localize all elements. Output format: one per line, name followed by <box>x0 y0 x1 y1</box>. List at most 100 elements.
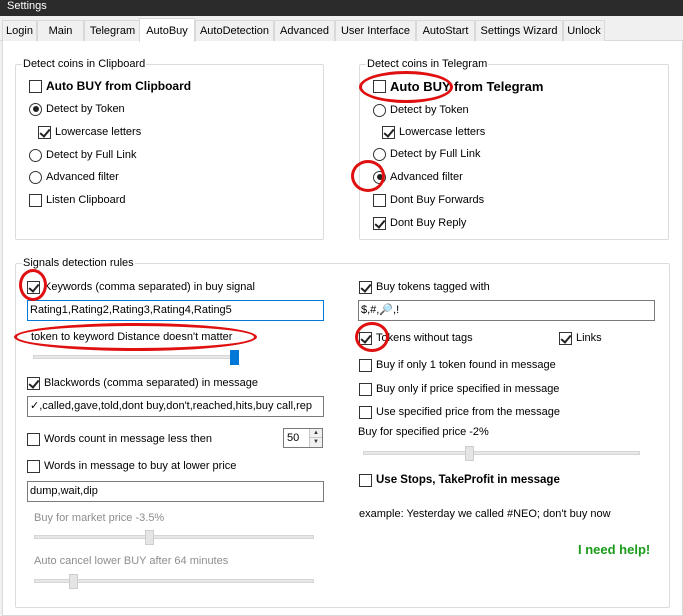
clipboard-listen-label: Listen Clipboard <box>46 194 126 206</box>
clipboard-full-link-radio[interactable]: Detect by Full Link <box>29 147 136 163</box>
clipboard-by-token-radio[interactable]: Detect by Token <box>29 101 125 117</box>
tagged-input[interactable]: $,#,🔎,! <box>358 300 655 321</box>
distance-slider-thumb[interactable] <box>230 350 239 365</box>
words-count-label: Words count in message less then <box>44 433 212 445</box>
radio-circle <box>29 102 42 116</box>
clipboard-auto-buy-label: Auto BUY from Clipboard <box>46 79 192 93</box>
specified-price-label: Buy for specified price -2% <box>358 426 489 438</box>
words-count-value: 50 <box>287 432 300 444</box>
market-price-slider-thumb[interactable] <box>145 530 155 545</box>
telegram-forwards-checkbox[interactable]: Dont Buy Forwards <box>373 192 484 208</box>
clipboard-advanced-label: Advanced filter <box>46 171 119 183</box>
clipboard-full-link-label: Detect by Full Link <box>46 149 137 161</box>
telegram-advanced-radio[interactable]: Advanced filter <box>373 169 463 185</box>
checkbox-box <box>373 193 386 207</box>
checkbox-box <box>27 376 40 390</box>
checkbox-box <box>359 382 372 396</box>
checkbox-box <box>359 280 372 294</box>
stops-label: Use Stops, TakeProfit in message <box>376 474 560 486</box>
tab-user-interface[interactable]: User Interface <box>335 20 416 41</box>
radio-circle <box>29 148 42 162</box>
checkbox-box <box>359 358 372 372</box>
stops-checkbox[interactable]: Use Stops, TakeProfit in message <box>359 472 560 488</box>
words-count-spinner[interactable]: 50 ▲ ▼ <box>283 428 323 448</box>
tagged-label: Buy tokens tagged with <box>376 281 490 293</box>
clipboard-advanced-radio[interactable]: Advanced filter <box>29 169 119 185</box>
blackwords-checkbox[interactable]: Blackwords (comma separated) in message <box>27 375 258 391</box>
specified-price-slider-thumb[interactable] <box>464 446 474 461</box>
tab-unlock[interactable]: Unlock <box>563 20 605 41</box>
checkbox-box <box>359 473 372 487</box>
radio-circle <box>373 147 386 161</box>
without-tags-checkbox[interactable]: Tokens without tags <box>359 330 473 346</box>
keywords-label: Keywords (comma separated) in buy signal <box>44 281 255 293</box>
tab-advanced[interactable]: Advanced <box>274 20 335 41</box>
auto-cancel-slider-thumb[interactable] <box>69 574 79 589</box>
checkbox-box <box>359 331 372 345</box>
radio-circle <box>373 103 386 117</box>
telegram-full-link-radio[interactable]: Detect by Full Link <box>373 146 480 162</box>
only-price-checkbox[interactable]: Buy only if price specified in message <box>359 381 559 397</box>
auto-cancel-label: Auto cancel lower BUY after 64 minutes <box>34 555 229 567</box>
checkbox-box <box>373 216 386 230</box>
tab-strip: Login Main Telegram AutoBuy AutoDetectio… <box>0 18 683 42</box>
telegram-group-title: Detect coins in Telegram <box>366 57 489 71</box>
clipboard-by-token-label: Detect by Token <box>46 103 125 115</box>
tagged-checkbox[interactable]: Buy tokens tagged with <box>359 279 490 295</box>
lower-price-input[interactable]: dump,wait,dip <box>27 481 324 502</box>
distance-label: token to keyword Distance doesn't matter <box>31 331 233 343</box>
telegram-auto-buy-checkbox[interactable]: Auto BUY from Telegram <box>373 78 543 94</box>
only-one-label: Buy if only 1 token found in message <box>376 359 556 371</box>
telegram-auto-buy-label: Auto BUY from Telegram <box>390 78 544 94</box>
market-price-label: Buy for market price -3.5% <box>34 512 165 524</box>
links-checkbox[interactable]: Links <box>559 330 602 346</box>
telegram-by-token-label: Detect by Token <box>390 104 469 116</box>
tab-autodetection[interactable]: AutoDetection <box>195 20 274 41</box>
checkbox-box <box>27 459 40 473</box>
lower-price-label: Words in message to buy at lower price <box>44 460 237 472</box>
tab-telegram[interactable]: Telegram <box>84 20 141 41</box>
checkbox-box <box>359 405 372 419</box>
tab-settings-wizard[interactable]: Settings Wizard <box>475 20 563 41</box>
clipboard-auto-buy-checkbox[interactable]: Auto BUY from Clipboard <box>29 78 191 94</box>
checkbox-box <box>27 432 40 446</box>
keywords-input[interactable]: Rating1,Rating2,Rating3,Rating4,Rating5 <box>27 300 324 321</box>
keywords-checkbox[interactable]: Keywords (comma separated) in buy signal <box>27 279 255 295</box>
words-count-checkbox[interactable]: Words count in message less then <box>27 431 212 447</box>
tab-login[interactable]: Login <box>2 20 37 41</box>
tab-main[interactable]: Main <box>37 20 84 41</box>
telegram-reply-label: Dont Buy Reply <box>390 217 467 229</box>
blackwords-input[interactable]: ✓,called,gave,told,dont buy,don't,reache… <box>27 396 324 417</box>
only-one-checkbox[interactable]: Buy if only 1 token found in message <box>359 357 556 373</box>
use-specified-label: Use specified price from the message <box>376 406 561 418</box>
lower-price-checkbox[interactable]: Words in message to buy at lower price <box>27 458 236 474</box>
blackwords-label: Blackwords (comma separated) in message <box>44 377 258 389</box>
links-label: Links <box>576 332 602 344</box>
signals-group-title: Signals detection rules <box>22 256 135 270</box>
without-tags-label: Tokens without tags <box>376 332 473 344</box>
telegram-advanced-label: Advanced filter <box>390 171 463 183</box>
clipboard-listen-checkbox[interactable]: Listen Clipboard <box>29 192 126 208</box>
spinner-up-icon[interactable]: ▲ <box>310 429 322 438</box>
use-specified-checkbox[interactable]: Use specified price from the message <box>359 404 560 420</box>
checkbox-box <box>382 125 395 139</box>
tab-autostart[interactable]: AutoStart <box>416 20 475 41</box>
distance-slider-track[interactable] <box>33 355 239 359</box>
clipboard-lowercase-checkbox[interactable]: Lowercase letters <box>38 124 141 140</box>
checkbox-box <box>559 331 572 345</box>
market-price-slider-track[interactable] <box>34 535 314 539</box>
window-title: Settings <box>0 0 683 16</box>
spinner-down-icon[interactable]: ▼ <box>310 438 322 447</box>
radio-circle <box>373 170 386 184</box>
specified-price-slider-track[interactable] <box>363 451 640 455</box>
telegram-reply-checkbox[interactable]: Dont Buy Reply <box>373 215 466 231</box>
only-price-label: Buy only if price specified in message <box>376 383 560 395</box>
tab-autobuy[interactable]: AutoBuy <box>139 18 195 42</box>
help-link[interactable]: I need help! <box>578 542 650 557</box>
telegram-by-token-radio[interactable]: Detect by Token <box>373 102 469 118</box>
checkbox-box <box>29 79 42 93</box>
checkbox-box <box>27 280 40 294</box>
clipboard-lowercase-label: Lowercase letters <box>55 126 142 138</box>
telegram-lowercase-checkbox[interactable]: Lowercase letters <box>382 124 485 140</box>
checkbox-box <box>373 79 386 93</box>
